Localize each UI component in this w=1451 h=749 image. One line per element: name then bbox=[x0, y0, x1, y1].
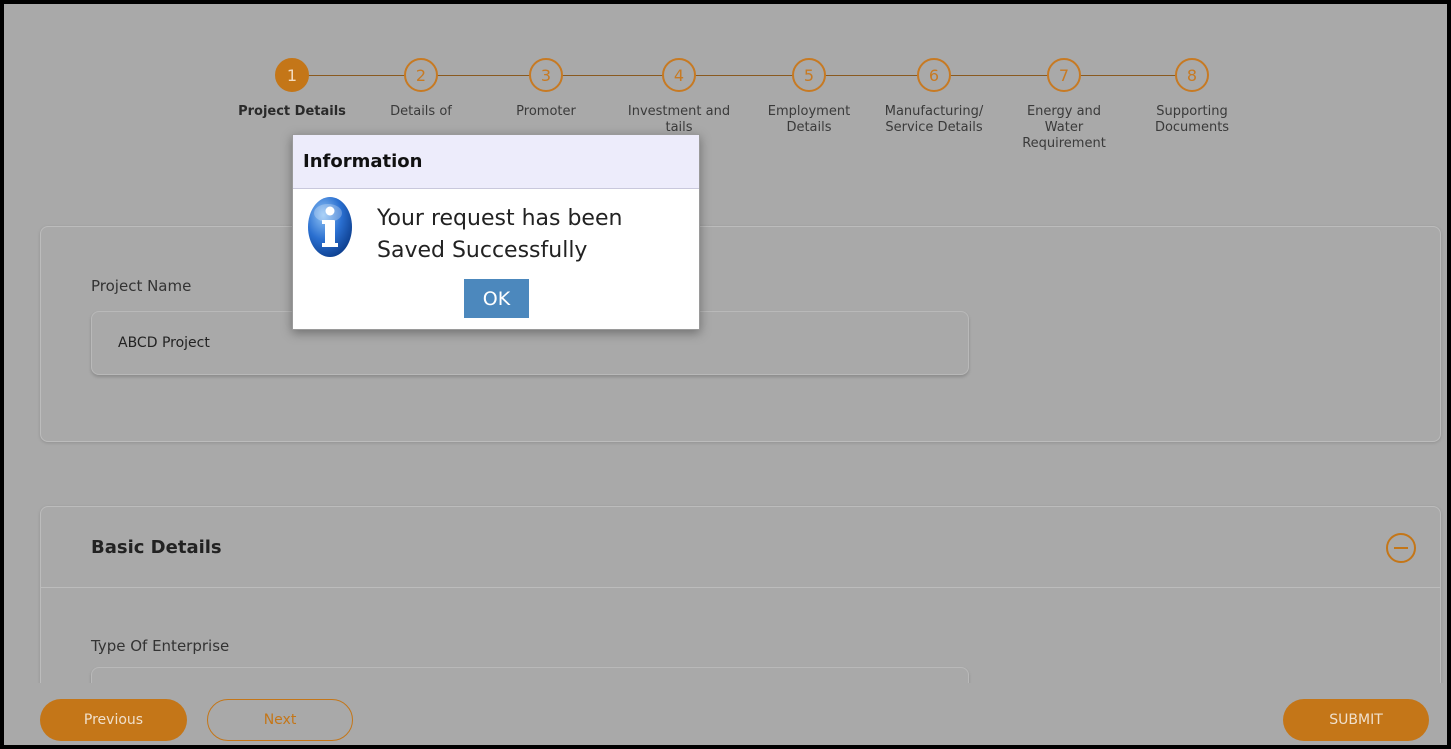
step-6[interactable]: 6 Manufacturing/ Service Details bbox=[869, 56, 999, 136]
dialog-title: Information bbox=[293, 135, 699, 189]
step-1[interactable]: 1 Project Details bbox=[227, 56, 357, 120]
step-number: 7 bbox=[1047, 58, 1081, 92]
dialog-message-line2: Saved Successfully bbox=[377, 238, 588, 263]
step-2[interactable]: 2 Details of bbox=[356, 56, 486, 120]
progress-stepper: 1 Project Details 2 Details of 3 Promote… bbox=[4, 56, 1447, 186]
previous-button[interactable]: Previous bbox=[40, 699, 187, 741]
collapse-icon[interactable] bbox=[1386, 533, 1416, 563]
next-button[interactable]: Next bbox=[207, 699, 353, 741]
step-7[interactable]: 7 Energy and Water Requirement bbox=[999, 56, 1129, 152]
step-number: 8 bbox=[1175, 58, 1209, 92]
section-title: Basic Details bbox=[91, 537, 222, 558]
step-number: 5 bbox=[792, 58, 826, 92]
type-of-enterprise-label: Type Of Enterprise bbox=[91, 637, 230, 655]
step-number: 1 bbox=[275, 58, 309, 92]
dialog-message-line1: Your request has been bbox=[377, 206, 623, 231]
step-number: 6 bbox=[917, 58, 951, 92]
step-5[interactable]: 5 Employment Details bbox=[744, 56, 874, 136]
step-label: Energy and Water Requirement bbox=[1022, 104, 1106, 151]
step-label: Project Details bbox=[238, 104, 346, 119]
step-label: Promoter bbox=[516, 104, 576, 119]
step-label: Manufacturing/ Service Details bbox=[884, 104, 984, 135]
step-label: Employment Details bbox=[767, 104, 851, 135]
step-4[interactable]: 4 Investment and tails bbox=[614, 56, 744, 136]
page-frame: 1 Project Details 2 Details of 3 Promote… bbox=[0, 0, 1451, 749]
information-dialog: Information Your request has been Saved … bbox=[292, 134, 700, 330]
step-label: Investment and tails bbox=[627, 104, 731, 135]
section-divider bbox=[41, 587, 1440, 588]
step-label: Supporting Documents bbox=[1154, 104, 1230, 135]
step-label: Details of bbox=[390, 104, 452, 119]
project-card: Project Name ABCD Project bbox=[40, 226, 1441, 442]
step-number: 3 bbox=[529, 58, 563, 92]
info-icon bbox=[308, 197, 352, 257]
step-8[interactable]: 8 Supporting Documents bbox=[1127, 56, 1257, 136]
step-number: 4 bbox=[662, 58, 696, 92]
step-3[interactable]: 3 Promoter bbox=[481, 56, 611, 120]
ok-button[interactable]: OK bbox=[464, 279, 529, 318]
step-number: 2 bbox=[404, 58, 438, 92]
project-name-label: Project Name bbox=[91, 277, 192, 295]
submit-button[interactable]: SUBMIT bbox=[1283, 699, 1429, 741]
dialog-message: Your request has been Saved Successfully bbox=[377, 203, 677, 267]
footer-bar: Previous Next SUBMIT bbox=[4, 683, 1447, 745]
